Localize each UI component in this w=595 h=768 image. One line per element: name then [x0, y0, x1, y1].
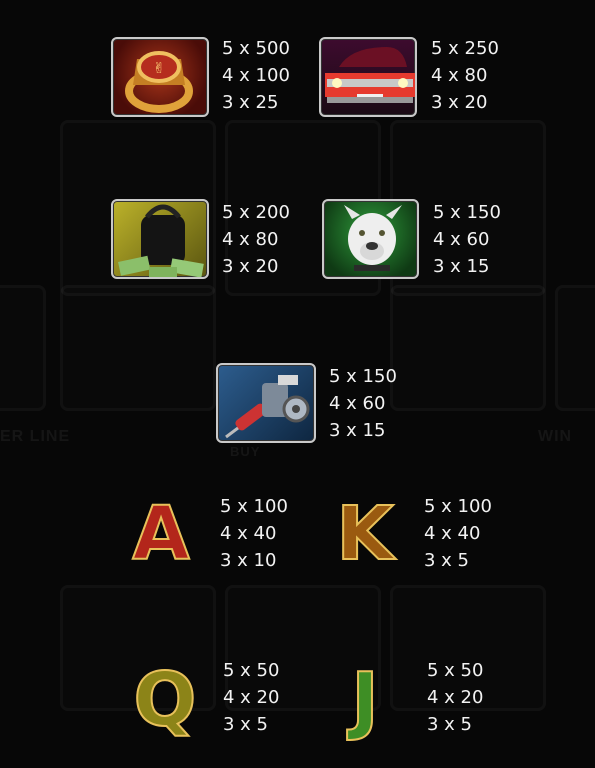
pay-5: 5 x 150 [329, 366, 397, 387]
bg-label-win: WIN [538, 428, 573, 445]
dog-icon [344, 205, 402, 271]
pay-4: 4 x 40 [220, 523, 277, 544]
money-bag-icon [118, 204, 204, 277]
tattoo-paytable: 5 x 150 4 x 60 3 x 15 [329, 363, 397, 444]
tattoo-symbol [216, 363, 316, 443]
ring-paytable: 5 x 500 4 x 100 3 x 25 [222, 35, 290, 116]
pay-5: 5 x 100 [424, 496, 492, 517]
pay-3: 3 x 10 [220, 550, 277, 571]
letter-q-symbol: Q [133, 657, 198, 743]
letter-a-paytable: 5 x 100 4 x 40 3 x 10 [220, 493, 288, 574]
car-symbol [319, 37, 417, 117]
pay-4: 4 x 60 [329, 393, 386, 414]
pay-5: 5 x 50 [223, 660, 280, 681]
pay-5: 5 x 50 [427, 660, 484, 681]
svg-text:✌: ✌ [153, 59, 166, 77]
dog-symbol [322, 199, 419, 279]
bg-label-perline: ER LINE [0, 428, 71, 445]
tattoo-gun-icon [225, 375, 310, 439]
pay-5: 5 x 500 [222, 38, 290, 59]
pay-4: 4 x 40 [424, 523, 481, 544]
bg-reel [60, 285, 216, 411]
money-bag-paytable: 5 x 200 4 x 80 3 x 20 [222, 199, 290, 280]
pay-3: 3 x 25 [222, 92, 279, 113]
bg-label-buy: BUY [230, 444, 261, 459]
car-icon [325, 47, 415, 103]
pay-5: 5 x 150 [433, 202, 501, 223]
ring-icon: ✌ [125, 51, 193, 113]
bg-reel [555, 285, 595, 411]
letter-q-paytable: 5 x 50 4 x 20 3 x 5 [223, 657, 279, 738]
letter-k-symbol: K [335, 491, 394, 577]
pay-4: 4 x 100 [222, 65, 290, 86]
pay-4: 4 x 80 [222, 229, 279, 250]
pay-3: 3 x 5 [427, 714, 472, 735]
pay-3: 3 x 20 [431, 92, 488, 113]
pay-5: 5 x 250 [431, 38, 499, 59]
dog-paytable: 5 x 150 4 x 60 3 x 15 [433, 199, 501, 280]
letter-j-paytable: 5 x 50 4 x 20 3 x 5 [427, 657, 483, 738]
pay-3: 3 x 15 [329, 420, 386, 441]
bg-reel [0, 285, 46, 411]
pay-3: 3 x 15 [433, 256, 490, 277]
pay-4: 4 x 80 [431, 65, 488, 86]
letter-j-symbol: J [350, 657, 380, 743]
pay-5: 5 x 100 [220, 496, 288, 517]
pay-4: 4 x 20 [223, 687, 280, 708]
pay-4: 4 x 20 [427, 687, 484, 708]
ring-symbol: ✌ [111, 37, 209, 117]
pay-3: 3 x 5 [223, 714, 268, 735]
car-paytable: 5 x 250 4 x 80 3 x 20 [431, 35, 499, 116]
bg-reel [390, 285, 546, 411]
pay-3: 3 x 20 [222, 256, 279, 277]
pay-4: 4 x 60 [433, 229, 490, 250]
money-bag-symbol [111, 199, 209, 279]
pay-5: 5 x 200 [222, 202, 290, 223]
pay-3: 3 x 5 [424, 550, 469, 571]
letter-k-paytable: 5 x 100 4 x 40 3 x 5 [424, 493, 492, 574]
letter-a-symbol: A [131, 491, 190, 577]
